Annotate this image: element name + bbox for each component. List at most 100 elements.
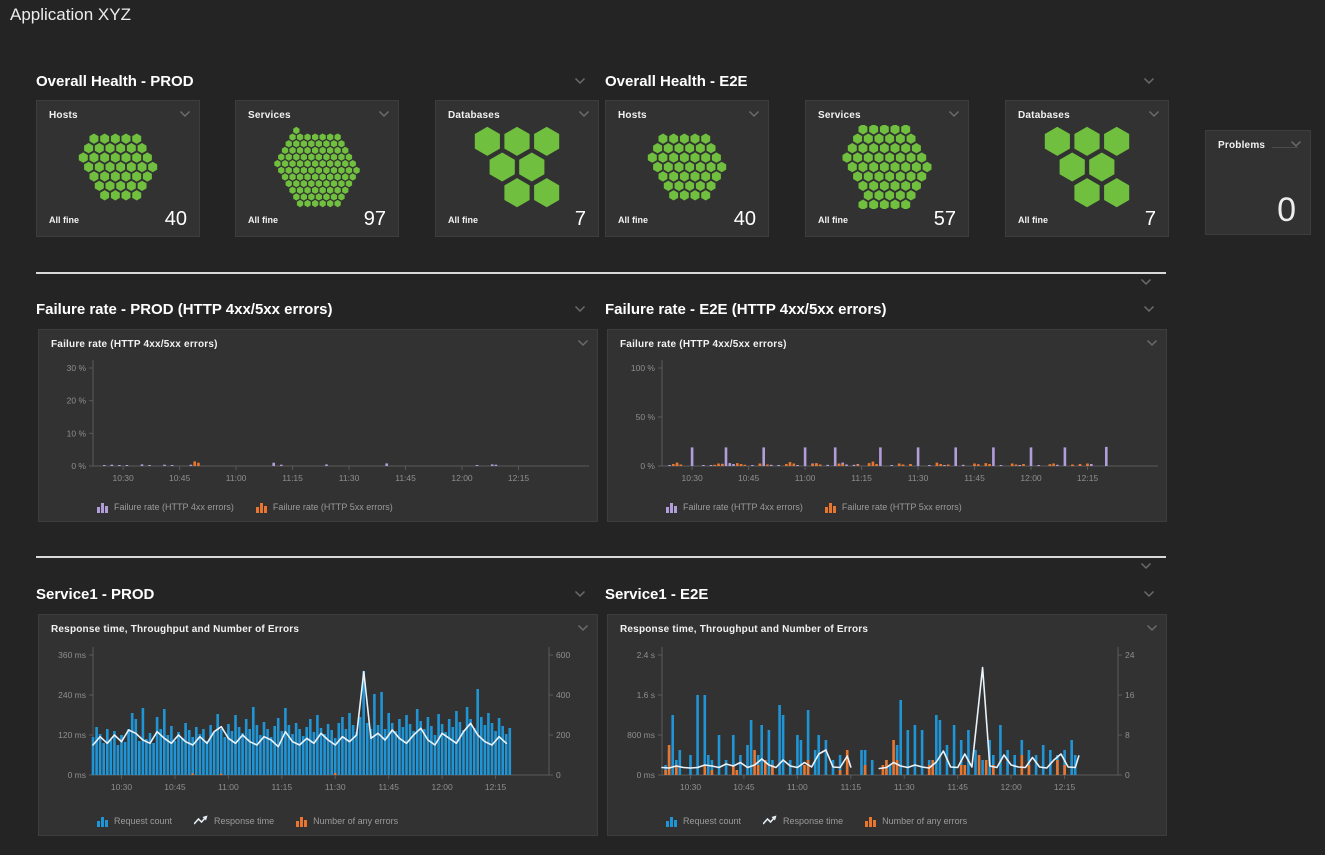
hexagon-cell[interactable] — [293, 167, 299, 174]
hexagon-cell[interactable] — [297, 200, 303, 207]
hexagon-cell[interactable] — [917, 152, 926, 162]
hexagon-cell[interactable] — [891, 181, 900, 191]
hexagon-cell[interactable] — [504, 178, 529, 207]
chart-tile-service1-e2e[interactable]: Response time, Throughput and Number of … — [607, 614, 1167, 836]
hexagon-cell[interactable] — [859, 143, 868, 153]
hexagon-cell[interactable] — [338, 180, 344, 187]
hexagon-cell[interactable] — [342, 187, 348, 194]
hexagon-cell[interactable] — [669, 152, 678, 162]
legend-item[interactable]: Response time — [194, 815, 274, 827]
legend-item[interactable]: Failure rate (HTTP 4xx errors) — [97, 501, 234, 513]
hexagon-cell[interactable] — [138, 181, 147, 191]
hexagon-cell[interactable] — [335, 134, 341, 141]
hexagon-cell[interactable] — [691, 152, 700, 162]
hexagon-cell[interactable] — [707, 143, 716, 153]
hexagon-cell[interactable] — [869, 162, 878, 172]
hexagon-cell[interactable] — [293, 140, 299, 147]
hexagon-cell[interactable] — [148, 162, 157, 172]
hexagon-cell[interactable] — [289, 173, 295, 180]
hexagon-cell[interactable] — [106, 143, 115, 153]
chevron-down-icon[interactable] — [1143, 305, 1155, 313]
hexagon-cell[interactable] — [875, 190, 884, 200]
hexagon-cell[interactable] — [301, 167, 307, 174]
hexagon-cell[interactable] — [350, 173, 356, 180]
hexagon-cell[interactable] — [316, 153, 322, 160]
hexagon-cell[interactable] — [100, 190, 109, 200]
hexagon-cell[interactable] — [901, 181, 910, 191]
hexagon-cell[interactable] — [712, 152, 721, 162]
hexagon-cell[interactable] — [308, 153, 314, 160]
hexagon-cell[interactable] — [669, 134, 678, 144]
hexagon-cell[interactable] — [653, 162, 662, 172]
hexagon-cell[interactable] — [304, 200, 310, 207]
hexagon-cell[interactable] — [282, 173, 288, 180]
hexagon-cell[interactable] — [320, 134, 326, 141]
hexagon-cell[interactable] — [90, 134, 99, 144]
hexagon-cell[interactable] — [84, 162, 93, 172]
hexagon-cell[interactable] — [327, 187, 333, 194]
hexagon-cell[interactable] — [891, 162, 900, 172]
hexagon-cell[interactable] — [90, 171, 99, 181]
hexagon-cell[interactable] — [896, 152, 905, 162]
hexagon-cell[interactable] — [346, 153, 352, 160]
hexagon-cell[interactable] — [111, 134, 120, 144]
hexagon-cell[interactable] — [701, 190, 710, 200]
hexagon-cell[interactable] — [312, 200, 318, 207]
hexagon-cell[interactable] — [675, 181, 684, 191]
hexagon-cell[interactable] — [282, 147, 288, 154]
hexagon-cell[interactable] — [100, 171, 109, 181]
hexagon-cell[interactable] — [891, 125, 900, 135]
hexagon-cell[interactable] — [696, 162, 705, 172]
chevron-down-icon[interactable] — [1140, 562, 1152, 570]
hexagon-cell[interactable] — [907, 190, 916, 200]
hexagon-cell[interactable] — [1104, 178, 1129, 207]
hexagon-cell[interactable] — [346, 180, 352, 187]
hexagon-cell[interactable] — [293, 153, 299, 160]
hexagon-cell[interactable] — [316, 180, 322, 187]
hexagon-cell[interactable] — [675, 143, 684, 153]
hexagon-cell[interactable] — [127, 143, 136, 153]
hexagon-cell[interactable] — [297, 173, 303, 180]
hexagon-cell[interactable] — [286, 153, 292, 160]
hexagon-cell[interactable] — [331, 153, 337, 160]
hexagon-cell[interactable] — [138, 143, 147, 153]
hexagon-cell[interactable] — [675, 162, 684, 172]
hexagon-cell[interactable] — [338, 193, 344, 200]
hexagon-cell[interactable] — [880, 125, 889, 135]
hexagon-cell[interactable] — [342, 160, 348, 167]
hexagon-cell[interactable] — [116, 162, 125, 172]
hexagon-cell[interactable] — [286, 140, 292, 147]
chart-tile-failure-rate-e2e[interactable]: Failure rate (HTTP 4xx/5xx errors)0 %50 … — [607, 329, 1167, 522]
hexagon-cell[interactable] — [691, 190, 700, 200]
hexagon-cell[interactable] — [338, 153, 344, 160]
hexagon-cell[interactable] — [685, 181, 694, 191]
hexagon-cell[interactable] — [680, 134, 689, 144]
hexagon-cell[interactable] — [680, 152, 689, 162]
legend-item[interactable]: Request count — [666, 815, 741, 827]
hexagon-cell[interactable] — [323, 193, 329, 200]
hexagon-cell[interactable] — [701, 152, 710, 162]
hexagon-cell[interactable] — [331, 140, 337, 147]
hexagon-cell[interactable] — [907, 134, 916, 144]
hexagon-cell[interactable] — [353, 167, 359, 174]
hexagon-cell[interactable] — [100, 134, 109, 144]
chevron-down-icon[interactable] — [574, 590, 586, 598]
hexagon-cell[interactable] — [122, 134, 131, 144]
chart-canvas[interactable]: 0 %10 %20 %30 %10:3010:4511:0011:1511:30… — [43, 354, 593, 502]
hexagon-cell[interactable] — [1074, 127, 1099, 156]
hexagon-cell[interactable] — [869, 181, 878, 191]
hexagon-cell[interactable] — [132, 190, 141, 200]
hexagon-cell[interactable] — [901, 162, 910, 172]
health-tile-databases[interactable]: DatabasesAll fine7 — [1005, 100, 1169, 237]
hexagon-cell[interactable] — [707, 181, 716, 191]
hexagon-cell[interactable] — [316, 193, 322, 200]
hexagon-cell[interactable] — [912, 181, 921, 191]
legend-item[interactable]: Failure rate (HTTP 5xx errors) — [825, 501, 962, 513]
chevron-down-icon[interactable] — [1146, 339, 1158, 347]
hexagon-cell[interactable] — [335, 147, 341, 154]
hexagon-cell[interactable] — [864, 134, 873, 144]
hexagon-cell[interactable] — [312, 147, 318, 154]
hexagon-cell[interactable] — [278, 153, 284, 160]
hexagon-cell[interactable] — [680, 171, 689, 181]
hexagon-cell[interactable] — [122, 171, 131, 181]
